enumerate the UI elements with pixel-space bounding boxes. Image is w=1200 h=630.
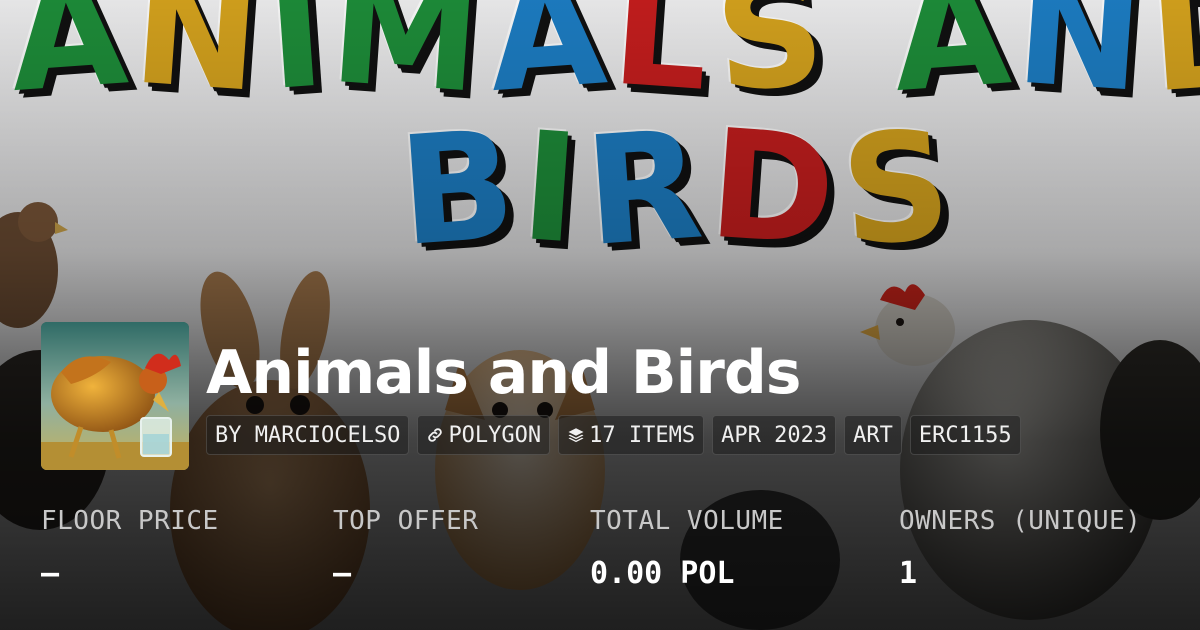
category-tag-label: ART [853,422,893,448]
collection-tags: BY MARCIOCELSO POLYGON 17 ITEMS APR 2023… [206,415,1021,455]
collection-og-card: ANIMALS AND BIRDS [0,0,1200,630]
stat-total-volume: TOTAL VOLUME 0.00 POL [590,506,784,591]
chain-tag-label: POLYGON [448,422,542,448]
stat-floor-price-label: FLOOR PRICE [41,506,219,536]
rooster-drinking-icon [41,322,189,470]
link-icon [426,426,444,444]
stat-owners-unique-value: 1 [899,556,918,591]
stat-owners-unique-label: OWNERS (UNIQUE) [899,506,1142,536]
items-count-tag-label: 17 ITEMS [589,422,696,448]
category-tag[interactable]: ART [844,415,902,455]
stat-total-volume-label: TOTAL VOLUME [590,506,784,536]
collection-title: Animals and Birds [206,338,801,408]
stat-top-offer-label: TOP OFFER [333,506,479,536]
stat-top-offer-value: – [333,556,352,591]
token-standard-tag-label: ERC1155 [918,422,1012,448]
creator-tag[interactable]: BY MARCIOCELSO [206,415,410,455]
layers-icon [567,426,585,444]
chain-tag[interactable]: POLYGON [417,415,551,455]
created-date-tag-label: APR 2023 [721,422,828,448]
stat-top-offer: TOP OFFER – [333,506,478,591]
created-date-tag[interactable]: APR 2023 [712,415,837,455]
creator-tag-label: BY MARCIOCELSO [215,422,401,448]
stat-floor-price-value: – [41,556,60,591]
stat-owners-unique: OWNERS (UNIQUE) 1 [899,506,1141,591]
items-count-tag[interactable]: 17 ITEMS [558,415,705,455]
stat-floor-price: FLOOR PRICE – [41,506,219,591]
stat-total-volume-value: 0.00 POL [590,556,735,591]
collection-avatar[interactable] [41,322,189,470]
token-standard-tag[interactable]: ERC1155 [909,415,1021,455]
